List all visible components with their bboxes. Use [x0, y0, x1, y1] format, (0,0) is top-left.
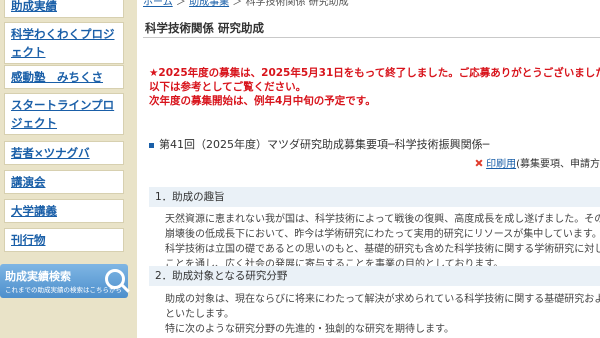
notice-line: 以下は参考としてご覧ください。 [149, 81, 307, 93]
sidebar-item-label[interactable]: 講演会 [5, 171, 123, 193]
breadcrumb-current: 科学技術関係 研究助成 [245, 0, 349, 8]
breadcrumb-home-link[interactable]: ホーム [143, 0, 173, 8]
magnifier-icon [105, 269, 125, 289]
sidebar-item-grant-results[interactable]: 助成実績 [4, 0, 124, 18]
sidebar-item-science-project[interactable]: 科学わくわくプロジェクト [4, 22, 124, 64]
sidebar-item-label[interactable]: 若者×ツナグバ [5, 142, 123, 164]
grant-search-banner[interactable]: 助成実績検索 これまでの助成実績の検索はこちらから [0, 264, 128, 298]
subsection-body-fields: 助成の対象は、現在ならびに将来にわたって解決が求められている科学技術に関する基礎… [165, 292, 600, 337]
sidebar-item-tsunaguba[interactable]: 若者×ツナグバ [4, 141, 124, 165]
notice-line: 次年度の募集開始は、例年4月中旬の予定です。 [149, 95, 376, 107]
sidebar: 助成実績 科学わくわくプロジェクト 感動塾 みちくさ スタートラインプロジェクト… [0, 0, 130, 338]
print-version-suffix: (募集要項、申請方 [516, 159, 600, 170]
closed-notice: ★2025年度の募集は、2025年5月31日をもって終了しました。ご応募ありがと… [149, 66, 600, 108]
sidebar-item-university-lecture[interactable]: 大学講義 [4, 199, 124, 223]
notice-line: ★2025年度の募集は、2025年5月31日をもって終了しました。ご応募ありがと… [149, 67, 600, 79]
sidebar-item-publications[interactable]: 刊行物 [4, 228, 124, 252]
body-line: 助成の対象は、現在ならびに将来にわたって解決が求められている科学技術に関する基礎… [165, 294, 600, 305]
page-title: 科学技術関係 研究助成 [145, 21, 265, 35]
subsection-heading-purpose: 1．助成の趣旨 [149, 187, 600, 207]
subsection-body-purpose: 天然資源に恵まれない我が国は、科学技術によって戦後の復興、高度成長を成し遂げまし… [165, 212, 600, 272]
sidebar-item-label[interactable]: 助成実績 [5, 0, 123, 17]
sidebar-item-label[interactable]: 感動塾 みちくさ [5, 66, 123, 88]
body-line: 特に次のような研究分野の先進的・独創的な研究を期待します。 [165, 324, 454, 335]
sidebar-item-startline-project[interactable]: スタートラインプロジェクト [4, 93, 124, 135]
sidebar-item-label[interactable]: 刊行物 [5, 229, 123, 251]
sidebar-item-label[interactable]: 科学わくわくプロジェクト [5, 23, 123, 63]
square-bullet-icon [149, 142, 154, 148]
body-line: といたします。 [165, 309, 234, 320]
print-version-row: 印刷用(募集要項、申請方 [474, 155, 600, 170]
breadcrumb-grants-link[interactable]: 助成事業 [189, 0, 229, 8]
sidebar-item-lecture[interactable]: 講演会 [4, 170, 124, 194]
body-line: 天然資源に恵まれない我が国は、科学技術によって戦後の復興、高度成長を成し遂げまし… [165, 214, 600, 225]
subsection-heading-fields: 2．助成対象となる研究分野 [149, 266, 600, 286]
body-line: 崩壊後の低成長下において、昨今は学術研究にわたって実用的研究にリソースが集中して… [165, 229, 600, 240]
breadcrumb: ホーム ＞ 助成事業 ＞ 科学技術関係 研究助成 [143, 0, 349, 8]
sidebar-item-label[interactable]: 大学講義 [5, 200, 123, 222]
section-title: 第41回（2025年度）マツダ研究助成募集要項─科学技術振興関係─ [149, 136, 489, 152]
sidebar-item-kandojuku[interactable]: 感動塾 みちくさ [4, 65, 124, 89]
main-content: ホーム ＞ 助成事業 ＞ 科学技術関係 研究助成 科学技術関係 研究助成 ★20… [137, 0, 600, 338]
breadcrumb-separator: ＞ [175, 0, 190, 8]
section-title-text: 第41回（2025年度）マツダ研究助成募集要項─科学技術振興関係─ [159, 138, 490, 151]
breadcrumb-separator: ＞ [232, 0, 246, 8]
sidebar-item-label[interactable]: スタートラインプロジェクト [5, 94, 123, 134]
body-line: 科学技術は立国の礎であるとの思いのもと、基礎的研究も含めた科学技術に関する学術研… [165, 244, 600, 255]
title-divider [143, 37, 600, 38]
search-banner-subtitle: これまでの助成実績の検索はこちらから [5, 286, 122, 294]
pdf-icon [474, 158, 484, 168]
search-banner-title: 助成実績検索 [5, 270, 71, 283]
print-version-link[interactable]: 印刷用 [486, 159, 516, 170]
